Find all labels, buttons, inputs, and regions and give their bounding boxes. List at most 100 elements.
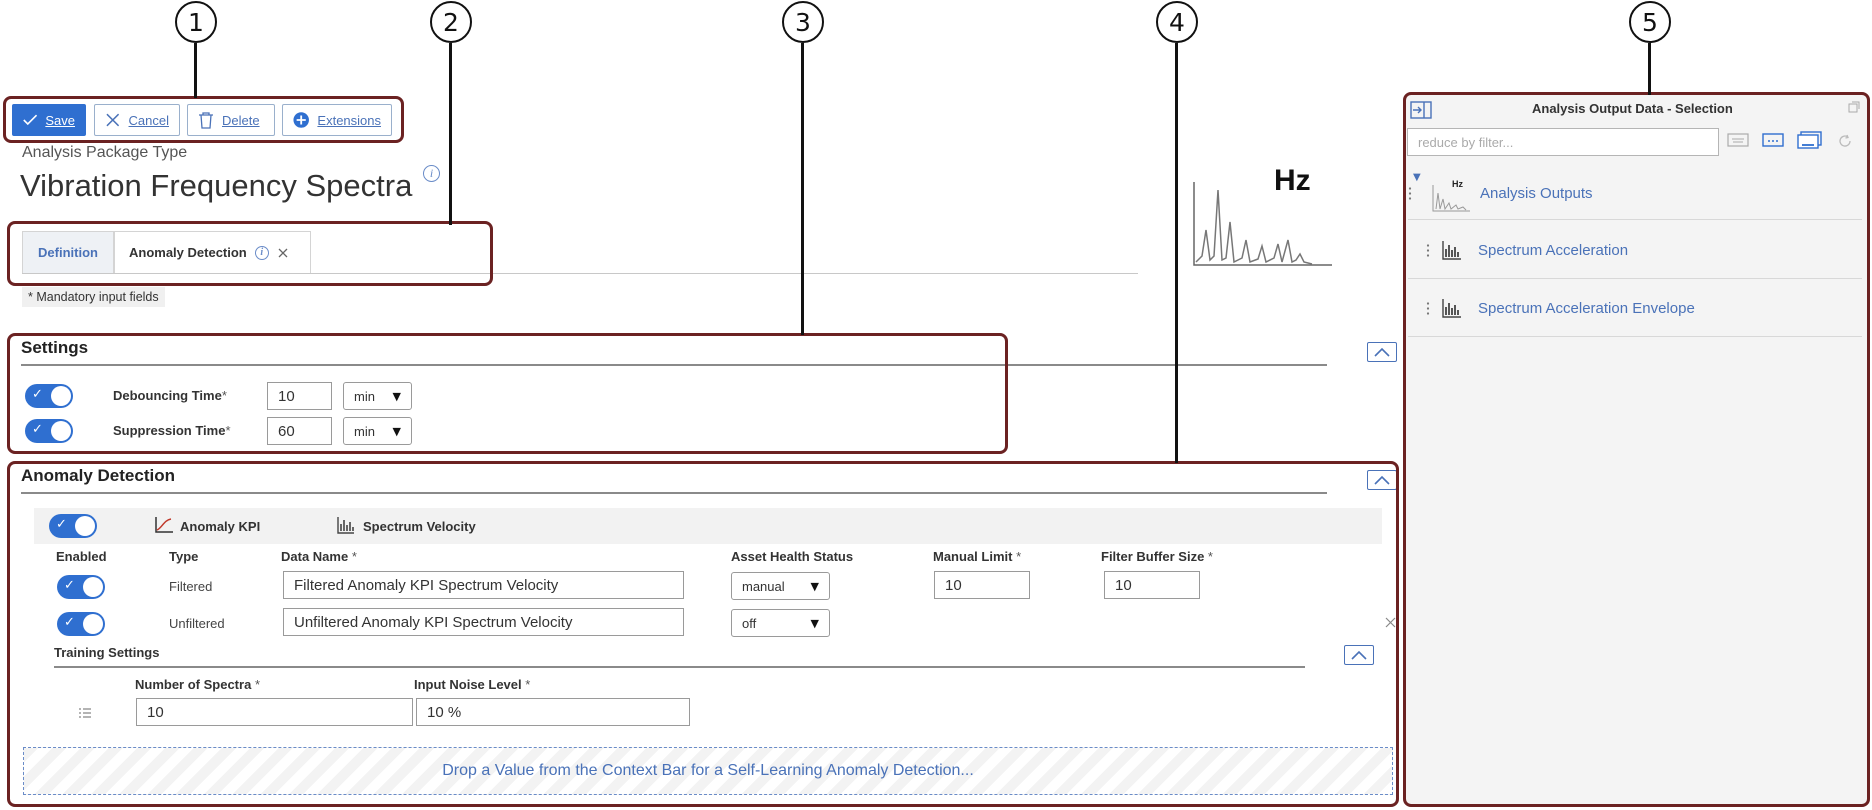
tree-root-analysis-outputs[interactable]: Hz Analysis Outputs: [1408, 165, 1862, 220]
tab-anomaly-detection[interactable]: Anomaly Detection i: [114, 231, 311, 274]
callout-line-4: [1175, 43, 1178, 463]
unfiltered-asset-health-select[interactable]: off ▼: [731, 609, 830, 637]
filter-placeholder: reduce by filter...: [1418, 134, 1514, 150]
suppression-unit-value: min: [354, 423, 375, 439]
drag-handle-icon[interactable]: [1426, 243, 1430, 257]
filter-buffer-value: 10: [1115, 576, 1132, 594]
refresh-icon[interactable]: [1838, 134, 1852, 148]
col-asset-health: Asset Health Status: [731, 549, 854, 564]
num-spectra-label: Number of Spectra *: [135, 677, 260, 692]
chevron-up-icon: [1351, 650, 1367, 660]
save-label: Save: [45, 112, 75, 128]
anomaly-kpi-label: Anomaly KPI: [180, 519, 261, 534]
col-manual-limit-text: Manual Limit: [933, 549, 1013, 564]
debouncing-unit-select[interactable]: min ▼: [343, 382, 412, 410]
callout-line-3: [801, 43, 804, 335]
suppression-label-text: Suppression Time: [113, 423, 226, 438]
monitor-icon[interactable]: [1797, 131, 1823, 149]
col-type: Type: [169, 549, 199, 564]
callout-1: 1: [175, 1, 217, 43]
anomaly-collapse-button[interactable]: [1367, 470, 1397, 490]
tree-item-spectrum-acceleration[interactable]: Spectrum Acceleration: [1408, 222, 1862, 279]
toggle-knob: [51, 421, 71, 441]
debouncing-label-text: Debouncing Time: [113, 388, 222, 403]
check-icon: ✓: [56, 517, 67, 532]
filtered-asset-health-select[interactable]: manual ▼: [731, 572, 830, 600]
callout-5: 5: [1629, 1, 1671, 43]
save-button[interactable]: Save: [12, 104, 86, 136]
spectrum-illustration: Hz: [1192, 160, 1337, 270]
filtered-toggle[interactable]: ✓: [57, 575, 105, 599]
anomaly-kpi-icon: [155, 517, 173, 533]
col-data-name-text: Data Name: [281, 549, 349, 564]
info-icon[interactable]: i: [254, 245, 269, 260]
extensions-button[interactable]: Extensions: [282, 104, 392, 136]
cancel-button[interactable]: Cancel: [94, 104, 180, 136]
panel-dock-icon[interactable]: [1410, 101, 1432, 119]
check-icon: ✓: [64, 615, 75, 630]
suppression-toggle[interactable]: ✓: [25, 419, 73, 443]
spectrum-graph-icon: [1193, 182, 1332, 266]
info-icon[interactable]: i: [423, 165, 440, 182]
trash-icon: [199, 112, 213, 129]
chevron-up-icon: [1374, 475, 1390, 485]
callout-4: 4: [1156, 1, 1198, 43]
display-icon[interactable]: [1762, 132, 1784, 148]
anomaly-kpi-toggle[interactable]: ✓: [49, 514, 97, 538]
undock-icon[interactable]: [1848, 101, 1860, 113]
callout-line-5: [1648, 43, 1651, 95]
delete-button[interactable]: Delete: [187, 104, 275, 136]
num-spectra-input[interactable]: 10: [136, 698, 413, 726]
package-type-label: Analysis Package Type: [22, 144, 188, 161]
debouncing-toggle[interactable]: ✓: [25, 384, 73, 408]
filter-buffer-input[interactable]: 10: [1104, 571, 1200, 599]
chevron-up-icon: [1374, 347, 1390, 357]
tab-divider: [22, 273, 1138, 274]
tab-definition[interactable]: Definition: [22, 231, 114, 274]
suppression-unit-select[interactable]: min ▼: [343, 417, 412, 445]
settings-collapse-button[interactable]: [1367, 342, 1397, 362]
col-data-name: Data Name *: [281, 549, 357, 564]
filtered-asset-health-value: manual: [742, 578, 785, 594]
noise-level-input[interactable]: 10 %: [416, 698, 690, 726]
debouncing-label: Debouncing Time*: [113, 388, 227, 403]
anomaly-dropzone[interactable]: Drop a Value from the Context Bar for a …: [23, 747, 1393, 795]
check-icon: ✓: [64, 578, 75, 593]
plus-circle-icon: [293, 112, 309, 128]
suppression-input[interactable]: 60: [267, 417, 332, 445]
close-tab-icon[interactable]: [277, 247, 289, 259]
list-icon: [79, 708, 91, 718]
manual-limit-input[interactable]: 10: [934, 571, 1030, 599]
drag-handle-icon[interactable]: [1426, 301, 1430, 315]
tree-root-label: Analysis Outputs: [1480, 185, 1593, 202]
manual-limit-value: 10: [945, 576, 962, 594]
delete-label: Delete: [222, 112, 260, 128]
unfiltered-data-name-input[interactable]: Unfiltered Anomaly KPI Spectrum Velocity: [283, 608, 684, 636]
training-collapse-button[interactable]: [1344, 645, 1374, 665]
tree-item-spectrum-acceleration-envelope[interactable]: Spectrum Acceleration Envelope: [1408, 280, 1862, 337]
callout-3: 3: [782, 1, 824, 43]
panel-filter-input[interactable]: reduce by filter...: [1407, 128, 1719, 156]
anomaly-title: Anomaly Detection: [21, 466, 175, 485]
debouncing-input[interactable]: 10: [267, 382, 332, 410]
training-settings-title: Training Settings: [54, 645, 160, 660]
toggle-knob: [51, 386, 71, 406]
noise-level-label: Input Noise Level *: [414, 677, 531, 692]
info-glyph: i: [429, 166, 434, 180]
keyboard-icon[interactable]: [1727, 132, 1749, 148]
filtered-data-name-input[interactable]: Filtered Anomaly KPI Spectrum Velocity: [283, 571, 684, 599]
chevron-down-icon: ▼: [810, 616, 819, 630]
check-icon: ✓: [32, 422, 43, 437]
remove-row-icon[interactable]: [1385, 617, 1396, 628]
unfiltered-toggle[interactable]: ✓: [57, 612, 105, 636]
tab-definition-label: Definition: [38, 245, 98, 260]
page-title: Vibration Frequency Spectra: [20, 168, 413, 203]
dropzone-text: Drop a Value from the Context Bar for a …: [442, 762, 974, 779]
noise-level-value: 10 %: [427, 703, 462, 721]
tab-anomaly-detection-label: Anomaly Detection: [129, 245, 247, 260]
mandatory-note: * Mandatory input fields: [22, 287, 165, 307]
cancel-label: Cancel: [128, 112, 169, 128]
anomaly-rule: [21, 492, 1327, 494]
settings-rule: [21, 364, 1327, 366]
noise-level-label-text: Input Noise Level: [414, 677, 522, 692]
